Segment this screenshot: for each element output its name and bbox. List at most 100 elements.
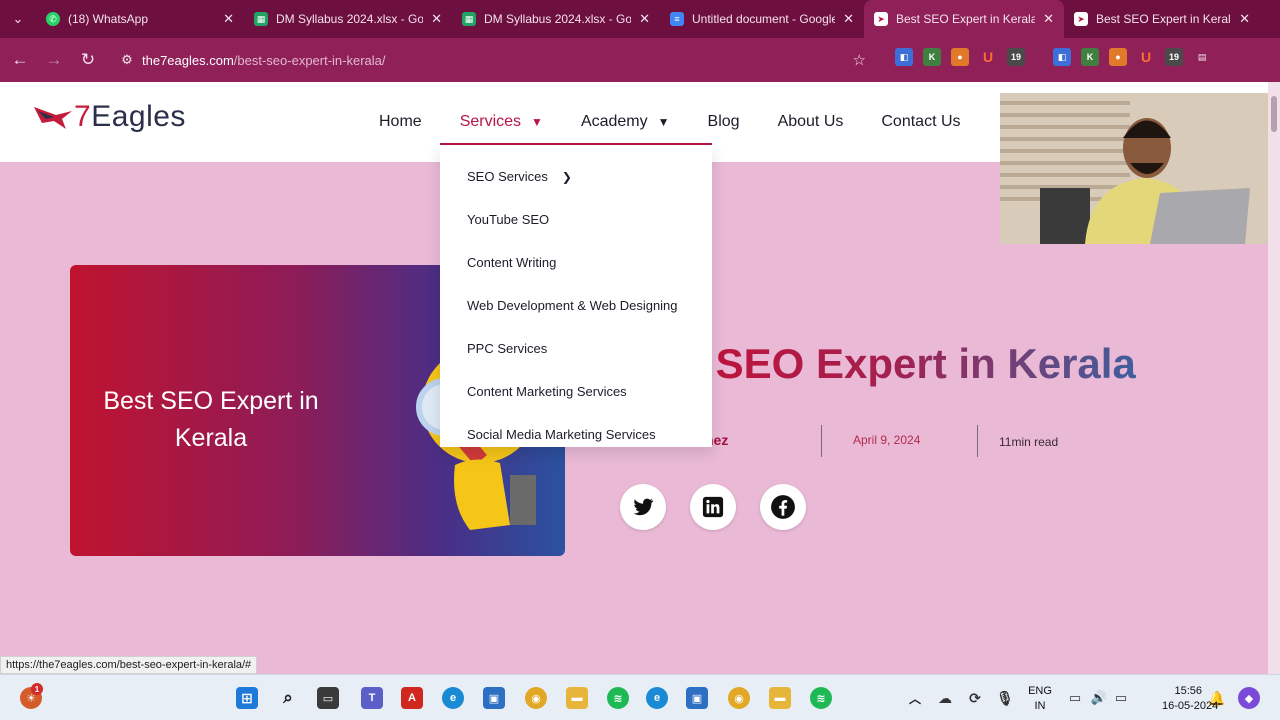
tab-docs[interactable]: ≡ Untitled document - Google ✕ bbox=[660, 0, 864, 38]
browser-tab-strip: ⌄ ✆ (18) WhatsApp ✕ ▦ DM Syllabus 2024.x… bbox=[0, 0, 1280, 38]
copilot-icon[interactable]: ◆ bbox=[1238, 687, 1260, 709]
search-icon[interactable]: ⌕ bbox=[277, 687, 299, 709]
tray-chevron-up-icon[interactable]: ︿ bbox=[904, 687, 926, 709]
nav-services[interactable]: Services ▼ bbox=[460, 113, 543, 131]
display-icon[interactable]: ▭ bbox=[1064, 687, 1086, 709]
chevron-right-icon: ❯ bbox=[561, 169, 572, 184]
close-tab-icon[interactable]: ✕ bbox=[843, 11, 854, 27]
tab-title: Best SEO Expert in Kerala bbox=[1096, 12, 1232, 26]
twitter-icon bbox=[633, 498, 654, 516]
meta-divider bbox=[977, 425, 978, 457]
scrollbar-thumb[interactable] bbox=[1271, 96, 1277, 132]
services-dropdown-menu: SEO Services ❯ YouTube SEO Content Writin… bbox=[440, 145, 712, 447]
nav-home[interactable]: Home bbox=[379, 113, 422, 131]
status-bar-link: https://the7eagles.com/best-seo-expert-i… bbox=[0, 656, 258, 674]
microphone-icon[interactable]: 🎙 bbox=[994, 687, 1016, 709]
windows-taskbar: ☀ 1 ⊞ ⌕ ▭ T A e ▣ ◉ ▬ ≋ e ▣ ◉ ▬ ≋ ︿ ☁ ⟳ … bbox=[0, 674, 1280, 720]
close-tab-icon[interactable]: ✕ bbox=[223, 11, 234, 27]
menu-item-seo-services[interactable]: SEO Services ❯ bbox=[440, 155, 712, 198]
bookmark-star-icon[interactable]: ☆ bbox=[853, 51, 866, 69]
extension-icon[interactable]: ◧ bbox=[1053, 48, 1071, 66]
extensions-puzzle-icon[interactable]: ▤ bbox=[1193, 48, 1211, 66]
menu-item-content-marketing[interactable]: Content Marketing Services bbox=[440, 370, 712, 413]
spotify-icon[interactable]: ≋ bbox=[810, 687, 832, 709]
tab-title: Untitled document - Google bbox=[692, 12, 836, 26]
facebook-icon bbox=[771, 495, 795, 519]
tab-whatsapp[interactable]: ✆ (18) WhatsApp ✕ bbox=[36, 0, 244, 38]
acrobat-icon[interactable]: A bbox=[401, 687, 423, 709]
sheets-icon: ▦ bbox=[462, 12, 476, 26]
webcam-overlay bbox=[1000, 93, 1268, 244]
volume-icon[interactable]: 🔊 bbox=[1088, 687, 1110, 709]
extensions-bar: ◧ K ● U 19 ◧ K ● U 19 ▤ bbox=[895, 48, 1211, 66]
file-explorer-icon[interactable]: ▬ bbox=[769, 687, 791, 709]
extension-icon[interactable]: ● bbox=[1109, 48, 1127, 66]
linkedin-icon bbox=[702, 496, 724, 518]
language-indicator[interactable]: ENG IN bbox=[1027, 684, 1053, 714]
forward-button[interactable]: → bbox=[37, 43, 71, 77]
nav-about-us[interactable]: About Us bbox=[778, 113, 844, 131]
spotify-icon[interactable]: ≋ bbox=[607, 687, 629, 709]
system-clock[interactable]: 15:56 16-05-2024 bbox=[1162, 684, 1218, 714]
edge-icon[interactable]: e bbox=[646, 687, 668, 709]
article-read-time: 11min read bbox=[999, 435, 1059, 449]
store-icon[interactable]: ▣ bbox=[686, 687, 708, 709]
menu-item-ppc-services[interactable]: PPC Services bbox=[440, 327, 712, 370]
notification-badge: 1 bbox=[31, 683, 43, 695]
battery-icon[interactable]: ▭ bbox=[1110, 687, 1132, 709]
reload-button[interactable]: ↻ bbox=[71, 43, 105, 77]
file-explorer-icon[interactable]: ▬ bbox=[566, 687, 588, 709]
tab-title: Best SEO Expert in Kerala bbox=[896, 12, 1036, 26]
tab-sheets-2[interactable]: ▦ DM Syllabus 2024.xlsx - Goo ✕ bbox=[452, 0, 660, 38]
menu-item-web-development[interactable]: Web Development & Web Designing bbox=[440, 284, 712, 327]
tab-title: DM Syllabus 2024.xlsx - Goo bbox=[484, 12, 632, 26]
menu-item-youtube-seo[interactable]: YouTube SEO bbox=[440, 198, 712, 241]
chevron-down-icon: ▼ bbox=[531, 115, 543, 129]
share-facebook-button[interactable] bbox=[760, 484, 806, 530]
nav-blog[interactable]: Blog bbox=[708, 113, 740, 131]
extension-icon[interactable]: U bbox=[979, 48, 997, 66]
share-linkedin-button[interactable] bbox=[690, 484, 736, 530]
extension-icon[interactable]: ◧ bbox=[895, 48, 913, 66]
nav-academy[interactable]: Academy ▼ bbox=[581, 113, 670, 131]
teams-icon[interactable]: T bbox=[361, 687, 383, 709]
extension-icon[interactable]: K bbox=[923, 48, 941, 66]
tab-seo-2[interactable]: ➤ Best SEO Expert in Kerala ✕ bbox=[1064, 0, 1260, 38]
sync-icon[interactable]: ⟳ bbox=[964, 687, 986, 709]
extension-icon[interactable] bbox=[1035, 48, 1043, 66]
extension-icon[interactable]: ● bbox=[951, 48, 969, 66]
page-scrollbar[interactable] bbox=[1268, 82, 1280, 674]
article-date: April 9, 2024 bbox=[853, 433, 921, 447]
presenter-video-icon bbox=[1000, 93, 1268, 244]
tab-seo-active[interactable]: ➤ Best SEO Expert in Kerala ✕ bbox=[864, 0, 1064, 38]
chevron-down-icon: ▼ bbox=[657, 115, 670, 129]
extension-icon[interactable]: 19 bbox=[1007, 48, 1025, 66]
task-view-icon[interactable]: ▭ bbox=[317, 687, 339, 709]
tab-sheets-1[interactable]: ▦ DM Syllabus 2024.xlsx - Goo ✕ bbox=[244, 0, 452, 38]
nav-contact-us[interactable]: Contact Us bbox=[881, 113, 960, 131]
store-icon[interactable]: ▣ bbox=[483, 687, 505, 709]
close-tab-icon[interactable]: ✕ bbox=[639, 11, 650, 27]
meta-divider bbox=[821, 425, 822, 457]
site-logo[interactable]: 7Eagles bbox=[32, 100, 186, 134]
close-tab-icon[interactable]: ✕ bbox=[1239, 11, 1250, 27]
share-twitter-button[interactable] bbox=[620, 484, 666, 530]
close-tab-icon[interactable]: ✕ bbox=[1043, 11, 1054, 27]
whatsapp-icon: ✆ bbox=[46, 12, 60, 26]
menu-item-social-media-marketing[interactable]: Social Media Marketing Services bbox=[440, 413, 712, 456]
site-info-icon[interactable]: ⚙ bbox=[112, 52, 142, 68]
close-tab-icon[interactable]: ✕ bbox=[431, 11, 442, 27]
windows-start-icon[interactable]: ⊞ bbox=[236, 687, 258, 709]
chrome-icon[interactable]: ◉ bbox=[728, 687, 750, 709]
extension-icon[interactable]: U bbox=[1137, 48, 1155, 66]
extension-icon[interactable]: K bbox=[1081, 48, 1099, 66]
tab-title: (18) WhatsApp bbox=[68, 12, 149, 26]
tab-search-button[interactable]: ⌄ bbox=[0, 0, 36, 38]
edge-icon[interactable]: e bbox=[442, 687, 464, 709]
onedrive-icon[interactable]: ☁ bbox=[934, 687, 956, 709]
menu-item-content-writing[interactable]: Content Writing bbox=[440, 241, 712, 284]
extension-icon[interactable]: 19 bbox=[1165, 48, 1183, 66]
back-button[interactable]: ← bbox=[3, 43, 37, 77]
address-bar[interactable]: ⚙ the7eagles.com/best-seo-expert-in-kera… bbox=[112, 44, 878, 76]
chrome-icon[interactable]: ◉ bbox=[525, 687, 547, 709]
